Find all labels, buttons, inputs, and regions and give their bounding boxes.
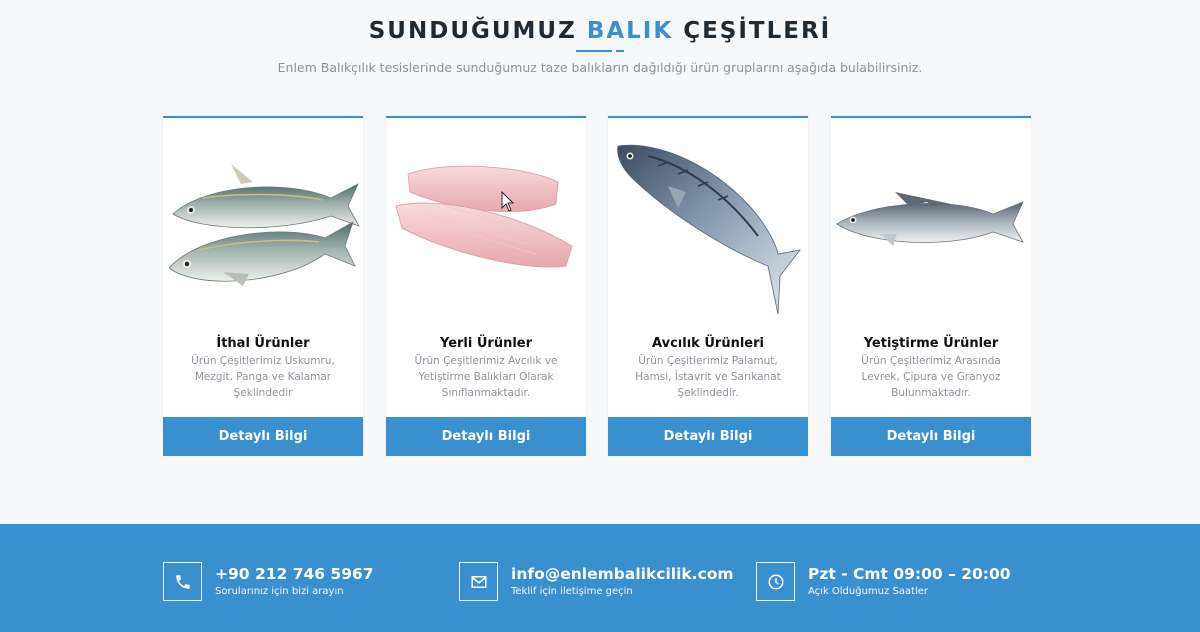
product-card-ithal: İthal Ürünler Ürün Çeşitlerimiz Uskumru,… <box>163 116 363 456</box>
section-title: SUNDUĞUMUZ BALIK ÇEŞİTLERİ <box>0 18 1200 44</box>
section-header: SUNDUĞUMUZ BALIK ÇEŞİTLERİ Enlem Balıkçı… <box>0 18 1200 75</box>
section-subtitle: Enlem Balıkçılık tesislerinde sunduğumuz… <box>277 60 923 75</box>
title-accent: BALIK <box>586 18 674 44</box>
details-button[interactable]: Detaylı Bilgi <box>831 417 1031 456</box>
phone-contact[interactable]: +90 212 746 5967 Sorularınız için bizi a… <box>163 562 374 601</box>
card-title: Yerli Ürünler <box>439 336 533 351</box>
opening-hours: Pzt - Cmt 09:00 – 20:00 <box>808 564 1011 583</box>
phone-number: +90 212 746 5967 <box>215 564 374 583</box>
product-card-avcilik: Avcılık Ürünleri Ürün Çeşitlerimiz Palam… <box>608 116 808 456</box>
card-title: Avcılık Ürünleri <box>652 336 764 351</box>
card-description: Ürün Çeşitlerimiz Arasında Levrek, Çipur… <box>861 355 1001 399</box>
title-underline <box>576 48 624 56</box>
card-title: Yetiştirme Ürünler <box>863 336 999 351</box>
product-cards: İthal Ürünler Ürün Çeşitlerimiz Uskumru,… <box>163 116 1031 456</box>
details-button[interactable]: Detaylı Bilgi <box>163 417 363 456</box>
hours-contact: Pzt - Cmt 09:00 – 20:00 Açık Olduğumuz S… <box>756 562 1011 601</box>
bonito-image <box>617 144 801 315</box>
details-button[interactable]: Detaylı Bilgi <box>386 417 586 456</box>
sea-bass-image <box>836 192 1024 246</box>
title-part-2: ÇEŞİTLERİ <box>683 18 832 44</box>
product-card-yerli: Yerli Ürünler Ürün Çeşitlerimiz Avcılık … <box>386 116 586 456</box>
envelope-icon <box>459 562 498 601</box>
phone-caption: Sorularınız için bizi arayın <box>215 585 344 597</box>
fish-fillet-image <box>395 165 573 268</box>
email-caption: Teklif için iletişime geçin <box>511 585 633 597</box>
phone-icon <box>163 562 202 601</box>
card-description: Ürün Çeşitlerimiz Palamut, Hamsi, İstavr… <box>635 355 781 399</box>
card-title: İthal Ürünler <box>216 336 310 351</box>
email-contact[interactable]: info@enlembalikcilik.com Teklif için ile… <box>459 562 734 601</box>
email-address: info@enlembalikcilik.com <box>511 564 734 583</box>
contact-footer: +90 212 746 5967 Sorularınız için bizi a… <box>0 524 1200 632</box>
product-card-yetistirme: Yetiştirme Ürünler Ürün Çeşitlerimiz Ara… <box>831 116 1031 456</box>
title-part-1: SUNDUĞUMUZ <box>368 18 577 44</box>
clock-icon <box>756 562 795 601</box>
hours-caption: Açık Olduğumuz Saatler <box>808 585 929 597</box>
two-mackerel-image <box>168 164 360 286</box>
card-description: Ürün Çeşitlerimiz Uskumru, Mezgit, Panga… <box>191 355 335 399</box>
details-button[interactable]: Detaylı Bilgi <box>608 417 808 456</box>
card-description: Ürün Çeşitlerimiz Avcılık ve Yetiştirme … <box>414 355 558 399</box>
